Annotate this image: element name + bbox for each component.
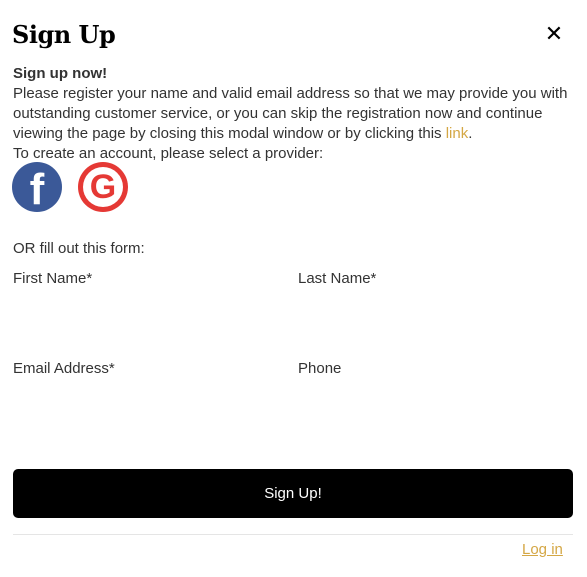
or-text: OR fill out this form:	[13, 240, 145, 257]
skip-registration-link[interactable]: link	[446, 125, 469, 142]
google-login-button[interactable]: G	[78, 162, 128, 212]
phone-label: Phone	[298, 360, 342, 377]
last-name-field: Last Name*	[298, 270, 562, 327]
log-in-link[interactable]: Log in	[522, 541, 563, 558]
intro-text: Sign up now! Please register your name a…	[13, 64, 573, 164]
email-label: Email Address*	[13, 360, 115, 377]
provider-prompt: To create an account, please select a pr…	[13, 145, 324, 162]
intro-heading: Sign up now!	[13, 65, 108, 82]
first-name-label: First Name*	[13, 270, 93, 287]
intro-body-end: .	[468, 125, 473, 142]
first-name-field: First Name*	[13, 270, 277, 327]
last-name-input[interactable]	[298, 295, 562, 327]
first-name-input[interactable]	[13, 295, 277, 327]
divider	[13, 534, 573, 535]
last-name-label: Last Name*	[298, 270, 377, 287]
email-input[interactable]	[13, 385, 277, 417]
signup-modal: Sign Up ✕ Sign up now! Please register y…	[0, 0, 587, 577]
intro-body: Please register your name and valid emai…	[13, 85, 568, 142]
modal-title: Sign Up	[12, 20, 116, 49]
sign-up-button[interactable]: Sign Up!	[13, 469, 573, 518]
close-icon[interactable]: ✕	[544, 23, 564, 45]
phone-input[interactable]	[298, 385, 562, 417]
phone-field: Phone	[298, 360, 562, 417]
email-field: Email Address*	[13, 360, 277, 417]
facebook-icon: f	[29, 165, 45, 212]
facebook-login-button[interactable]: f	[12, 162, 62, 212]
google-icon: G	[89, 168, 117, 206]
